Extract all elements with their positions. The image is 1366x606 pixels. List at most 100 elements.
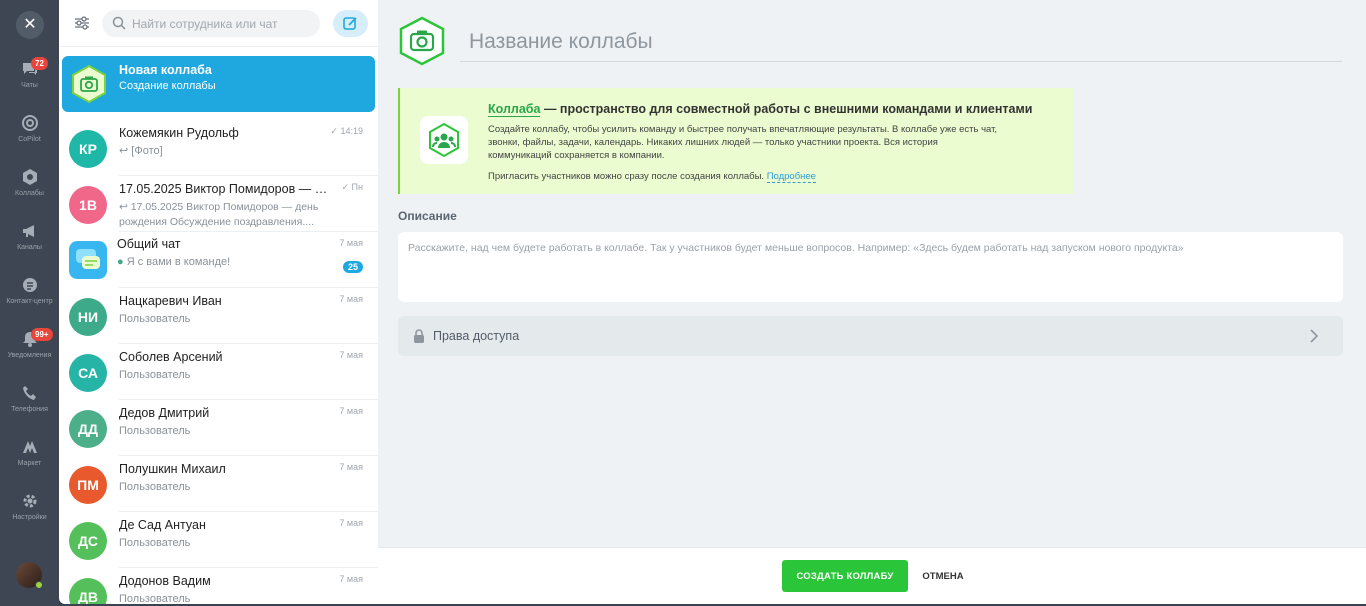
chat-item[interactable]: ДД Дедов Дмитрий Пользователь 7 мая [59, 400, 378, 456]
rail-item-market[interactable]: Маркет [0, 438, 59, 467]
chat-item-new-collab[interactable]: Новая коллаба Создание коллабы [62, 56, 375, 112]
market-icon [22, 441, 37, 453]
chat-name: Соболев Арсений [119, 350, 223, 364]
rail-item-copilot[interactable]: CoPilot [0, 114, 59, 143]
chat-subtitle: Пользователь [119, 313, 191, 325]
chat-name: Де Сад Антуан [119, 518, 206, 532]
chat-item[interactable]: ДВ Додонов Вадим Пользователь 7 мая [59, 568, 378, 604]
left-rail: ✕ Чаты 72 CoPilot Коллабы Каналы Контакт… [0, 0, 59, 606]
gear-icon [23, 494, 36, 508]
filter-icon[interactable] [73, 14, 91, 32]
rail-item-collabs[interactable]: Коллабы [0, 168, 59, 197]
collab-avatar-upload-icon[interactable] [398, 16, 446, 66]
rail-item-channels[interactable]: Каналы [0, 222, 59, 251]
chat-list-header [59, 0, 378, 47]
chat-time: ✓ Пн [341, 182, 364, 192]
reply-icon: ↩ [119, 145, 132, 157]
reply-icon: ↩ [119, 201, 131, 213]
chats-badge: 72 [31, 57, 48, 70]
chat-time: 7 мая [339, 406, 363, 416]
read-check-icon: ✓ [341, 182, 352, 192]
chat-name: 17.05.2025 Виктор Помидоров — де... [119, 182, 329, 196]
chat-name: Додонов Вадим [119, 574, 211, 588]
chat-time: 7 мая [339, 238, 363, 248]
copilot-icon [21, 115, 38, 131]
chat-item[interactable]: НИ Нацкаревич Иван Пользователь 7 мая [59, 288, 378, 344]
avatar: КР [69, 130, 107, 168]
avatar: 1В [69, 186, 107, 224]
chat-time: 7 мая [339, 462, 363, 472]
chat-subtitle: Пользователь [119, 481, 191, 493]
more-link[interactable]: Подробнее [766, 171, 816, 183]
collab-icon [22, 169, 37, 185]
avatar: СА [69, 354, 107, 392]
collab-info-banner: Коллаба — пространство для совместной ра… [398, 88, 1073, 194]
info-invite-text: Пригласить участников можно сразу после … [488, 171, 816, 183]
chevron-right-icon [1310, 329, 1318, 343]
chat-time: 7 мая [339, 350, 363, 360]
chat-preview: ↩ [Фото] [119, 145, 163, 157]
close-button[interactable]: ✕ [16, 11, 44, 39]
chat-name: Дедов Дмитрий [119, 406, 210, 420]
chat-item[interactable]: Общий чат ● Я с вами в команде! 7 мая 25 [59, 232, 378, 288]
chat-subtitle: Пользователь [119, 425, 191, 437]
description-label: Описание [398, 209, 457, 223]
general-chat-icon [69, 241, 107, 279]
chat-name: Кожемякин Рудольф [119, 126, 239, 140]
collab-link[interactable]: Коллаба [488, 102, 541, 117]
access-rights-section[interactable]: Права доступа [398, 316, 1343, 356]
chat-time: 7 мая [339, 294, 363, 304]
search-box [102, 10, 320, 37]
rail-item-telephony[interactable]: Телефония [0, 384, 59, 413]
search-input[interactable] [132, 10, 312, 37]
chat-time: ✓ 14:19 [330, 126, 363, 136]
compose-icon [343, 17, 357, 30]
notifications-badge: 99+ [31, 328, 53, 341]
chat-time: 7 мая [339, 518, 363, 528]
avatar: ДД [69, 410, 107, 448]
collab-create-form: Коллаба — пространство для совместной ра… [378, 0, 1366, 547]
create-collab-button[interactable]: СОЗДАТЬ КОЛЛАБУ [782, 560, 908, 592]
info-description: Создайте коллабу, чтобы усилить команду … [488, 124, 998, 161]
read-check-icon: ✓ [330, 126, 341, 136]
lock-icon [414, 329, 424, 343]
user-icon: ● [117, 256, 127, 268]
rail-item-contact-center[interactable]: Контакт-центр [0, 276, 59, 305]
avatar: ДВ [69, 578, 107, 604]
unread-count-badge: 25 [342, 261, 363, 273]
chat-subtitle: Пользователь [119, 593, 191, 604]
chat-name: Общий чат [117, 237, 181, 251]
rail-item-settings[interactable]: Настройки [0, 492, 59, 521]
chat-item[interactable]: ПМ Полушкин Михаил Пользователь 7 мая [59, 456, 378, 512]
chat-item[interactable]: ДС Де Сад Антуан Пользователь 7 мая [59, 512, 378, 568]
team-icon [420, 116, 468, 164]
avatar: ПМ [69, 466, 107, 504]
chat-item[interactable]: КР Кожемякин Рудольф ↩ [Фото] ✓ 14:19 [59, 120, 378, 176]
description-textarea[interactable] [398, 232, 1343, 302]
chat-item[interactable]: 1В 17.05.2025 Виктор Помидоров — де... ↩… [59, 176, 378, 232]
phone-icon [22, 386, 36, 400]
chat-name: Новая коллаба [119, 63, 212, 77]
chat-preview: ● Я с вами в команде! [117, 256, 231, 268]
chat-subtitle: Пользователь [119, 537, 191, 549]
new-chat-button[interactable] [333, 10, 368, 37]
chat-subtitle: Пользователь [119, 369, 191, 381]
chat-item[interactable]: СА Соболев Арсений Пользователь 7 мая [59, 344, 378, 400]
rail-item-chats[interactable]: Чаты [0, 60, 59, 89]
chat-name: Полушкин Михаил [119, 462, 226, 476]
chat-time: 7 мая [339, 574, 363, 584]
cancel-button[interactable]: ОТМЕНА [916, 560, 970, 592]
megaphone-icon [22, 225, 34, 237]
avatar: ДС [69, 522, 107, 560]
chat-name: Нацкаревич Иван [119, 294, 222, 308]
contact-center-icon [22, 278, 37, 292]
info-heading: Коллаба — пространство для совместной ра… [488, 102, 1033, 117]
access-rights-label: Права доступа [433, 329, 520, 343]
search-icon [112, 16, 126, 30]
chat-list-panel: Новая коллаба Создание коллабы КР Кожемя… [59, 0, 378, 604]
collab-camera-icon [72, 64, 106, 104]
chat-subtitle: Создание коллабы [119, 80, 216, 92]
avatar: НИ [69, 298, 107, 336]
online-status-dot [35, 581, 43, 589]
collab-title-input[interactable] [460, 22, 1342, 62]
